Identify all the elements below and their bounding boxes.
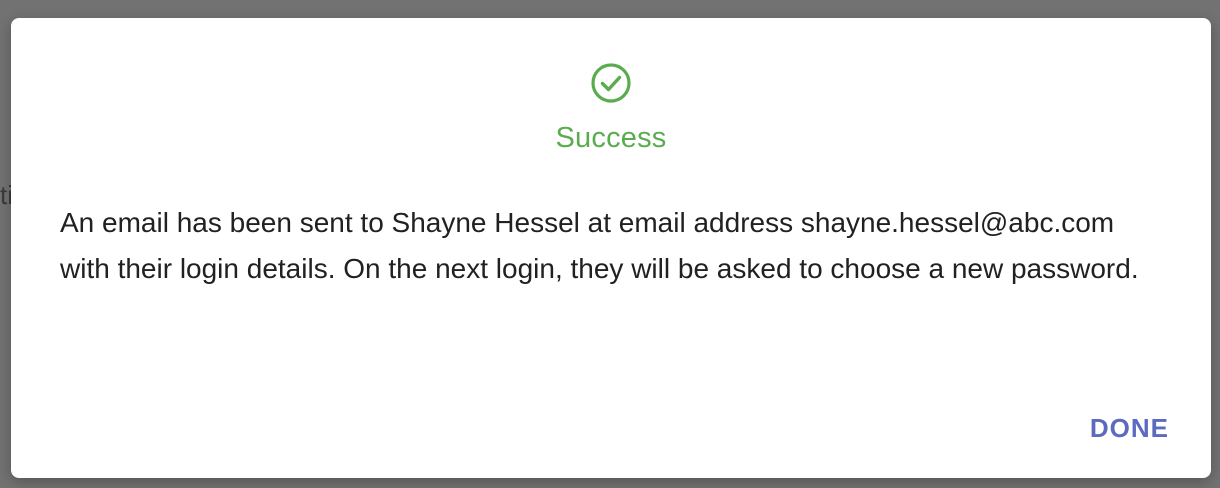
success-dialog: Success An email has been sent to Shayne… [11, 18, 1211, 478]
dialog-message: An email has been sent to Shayne Hessel … [60, 207, 1139, 284]
done-button[interactable]: DONE [1084, 409, 1175, 448]
check-circle-icon [591, 63, 631, 103]
success-icon-container [11, 62, 1211, 104]
dialog-title: Success [555, 122, 667, 154]
